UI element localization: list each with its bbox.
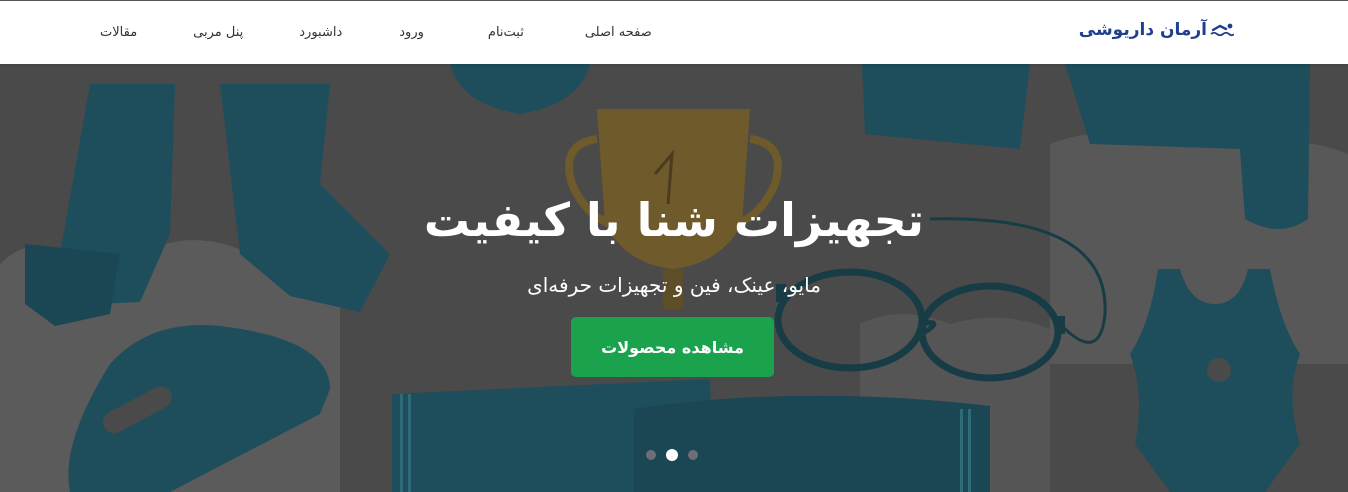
brand-name: آرمان داریوشی [1078, 20, 1207, 40]
nav-item-dashboard[interactable]: داشبورد [299, 25, 342, 40]
carousel-dot-1[interactable] [646, 450, 656, 460]
hero-subtitle: مایو، عینک، فین و تجهیزات حرفه‌ای [527, 273, 821, 297]
hero-carousel: تجهیزات شنا با کیفیت مایو، عینک، فین و ت… [0, 64, 1348, 492]
nav-links: صفحه اصلی ثبت‌نام ورود داشبورد پنل مربی … [100, 1, 652, 64]
view-products-button[interactable]: مشاهده محصولات [571, 317, 774, 377]
hero-title: تجهیزات شنا با کیفیت [423, 193, 925, 247]
nav-item-coach-panel[interactable]: پنل مربی [193, 25, 243, 40]
swimmer-icon [1210, 23, 1234, 37]
carousel-dot-3[interactable] [688, 450, 698, 460]
nav-item-home[interactable]: صفحه اصلی [585, 25, 652, 40]
nav-item-register[interactable]: ثبت‌نام [488, 25, 524, 40]
carousel-dot-2[interactable] [666, 449, 678, 461]
brand-logo-link[interactable]: آرمان داریوشی [1079, 20, 1234, 40]
nav-item-login[interactable]: ورود [399, 25, 424, 40]
navbar: آرمان داریوشی صفحه اصلی ثبت‌نام ورود داش… [0, 1, 1348, 64]
nav-item-articles[interactable]: مقالات [100, 25, 137, 40]
carousel-indicators [646, 449, 698, 462]
